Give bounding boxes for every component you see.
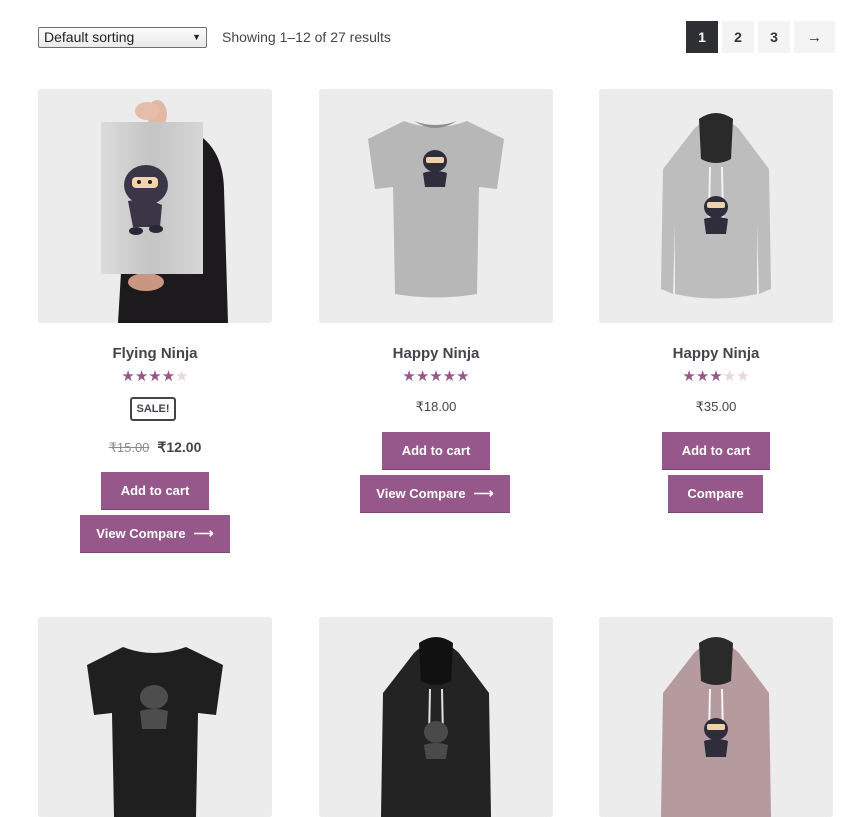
add-to-cart-label: Add to cart <box>120 483 190 498</box>
product-image-black-hoodie[interactable] <box>319 617 553 817</box>
product-image-black-tshirt[interactable] <box>38 617 272 817</box>
arrow-right-icon: ⟶ <box>473 485 494 501</box>
arrow-right-icon: ⟶ <box>193 525 214 541</box>
product-price: ₹18.00 <box>415 399 457 414</box>
product-title[interactable]: Happy Ninja <box>599 345 833 362</box>
add-to-cart-label: Add to cart <box>401 443 471 458</box>
star-icon: ★★ <box>722 368 750 385</box>
regular-price: ₹15.00 <box>108 440 150 455</box>
sort-select[interactable]: Default sorting ▼ <box>38 27 207 48</box>
star-icon: ★★★★★ <box>402 368 470 385</box>
sort-select-value: Default sorting <box>44 29 135 45</box>
shop-toolbar: Default sorting ▼ Showing 1–12 of 27 res… <box>0 0 863 70</box>
add-to-cart-button[interactable]: Add to cart <box>101 472 209 510</box>
add-to-cart-button[interactable]: Add to cart <box>382 432 490 470</box>
dropdown-arrow-icon: ▼ <box>192 32 201 42</box>
star-rating: ★★★★★ <box>599 369 833 385</box>
product-image-poster[interactable] <box>38 89 272 323</box>
star-icon: ★★★ <box>682 368 723 385</box>
view-compare-label: View Compare <box>96 526 186 541</box>
product-image-hoodie[interactable] <box>599 89 833 323</box>
star-rating: ★★★★★ <box>38 369 272 385</box>
sale-price: ₹12.00 <box>157 439 202 455</box>
compare-button[interactable]: Compare <box>668 475 763 513</box>
sale-badge: SALE! <box>130 397 176 421</box>
product-title[interactable]: Happy Ninja <box>319 345 553 362</box>
compare-label: Compare <box>687 486 744 501</box>
page-1[interactable]: 1 <box>686 21 718 53</box>
view-compare-button[interactable]: View Compare ⟶ <box>80 515 230 553</box>
product-price: ₹15.00 ₹12.00 <box>38 439 272 456</box>
view-compare-label: View Compare <box>376 486 466 501</box>
star-icon: ★ <box>175 368 189 385</box>
result-count: Showing 1–12 of 27 results <box>222 29 391 45</box>
page-2[interactable]: 2 <box>722 21 754 53</box>
product-title[interactable]: Flying Ninja <box>38 345 272 362</box>
page-3[interactable]: 3 <box>758 21 790 53</box>
product-image-pink-hoodie[interactable] <box>599 617 833 817</box>
add-to-cart-label: Add to cart <box>681 443 751 458</box>
product-price: ₹35.00 <box>695 399 737 414</box>
star-rating: ★★★★★ <box>319 369 553 385</box>
add-to-cart-button[interactable]: Add to cart <box>662 432 770 470</box>
view-compare-button[interactable]: View Compare ⟶ <box>360 475 510 513</box>
product-image-tshirt[interactable] <box>319 89 553 323</box>
next-page-arrow-icon[interactable]: → <box>794 21 835 53</box>
star-icon: ★★★★ <box>121 368 176 385</box>
pagination: 1 2 3 → <box>686 21 835 53</box>
